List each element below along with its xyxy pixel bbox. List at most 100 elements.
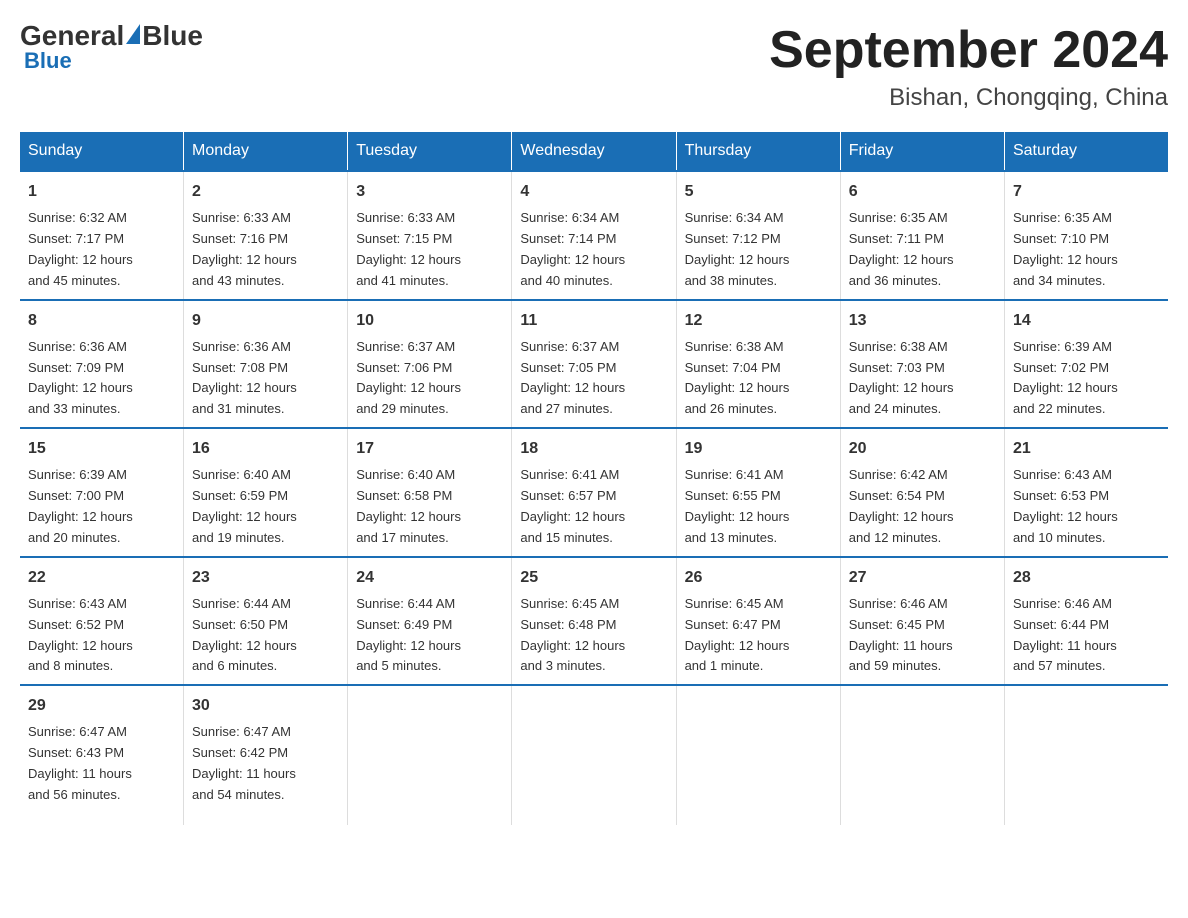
day-info: Sunrise: 6:39 AMSunset: 7:02 PMDaylight:… <box>1013 339 1118 417</box>
day-number: 9 <box>192 309 339 332</box>
calendar-cell <box>512 685 676 825</box>
calendar-cell: 17 Sunrise: 6:40 AMSunset: 6:58 PMDayligh… <box>348 428 512 557</box>
day-info: Sunrise: 6:46 AMSunset: 6:45 PMDaylight:… <box>849 596 953 674</box>
day-info: Sunrise: 6:40 AMSunset: 6:58 PMDaylight:… <box>356 467 461 545</box>
day-info: Sunrise: 6:45 AMSunset: 6:48 PMDaylight:… <box>520 596 625 674</box>
calendar-week-row: 8 Sunrise: 6:36 AMSunset: 7:09 PMDaylight… <box>20 300 1168 429</box>
calendar-cell: 8 Sunrise: 6:36 AMSunset: 7:09 PMDaylight… <box>20 300 184 429</box>
day-number: 21 <box>1013 437 1160 460</box>
calendar-week-row: 22Sunrise: 6:43 AMSunset: 6:52 PMDayligh… <box>20 557 1168 686</box>
calendar-cell: 14 Sunrise: 6:39 AMSunset: 7:02 PMDayligh… <box>1004 300 1168 429</box>
day-number: 23 <box>192 566 339 589</box>
calendar-cell: 4 Sunrise: 6:34 AMSunset: 7:14 PMDaylight… <box>512 171 676 300</box>
calendar-cell: 22Sunrise: 6:43 AMSunset: 6:52 PMDayligh… <box>20 557 184 686</box>
day-info: Sunrise: 6:46 AMSunset: 6:44 PMDaylight:… <box>1013 596 1117 674</box>
day-info: Sunrise: 6:41 AMSunset: 6:55 PMDaylight:… <box>685 467 790 545</box>
day-number: 8 <box>28 309 175 332</box>
calendar-cell: 13 Sunrise: 6:38 AMSunset: 7:03 PMDayligh… <box>840 300 1004 429</box>
day-number: 29 <box>28 694 175 717</box>
calendar-week-row: 1Sunrise: 6:32 AMSunset: 7:17 PMDaylight… <box>20 171 1168 300</box>
day-info: Sunrise: 6:47 AMSunset: 6:43 PMDaylight:… <box>28 724 132 802</box>
day-info: Sunrise: 6:36 AMSunset: 7:08 PMDaylight:… <box>192 339 297 417</box>
day-number: 11 <box>520 309 667 332</box>
day-info: Sunrise: 6:45 AMSunset: 6:47 PMDaylight:… <box>685 596 790 674</box>
page-subtitle: Bishan, Chongqing, China <box>769 84 1168 112</box>
title-block: September 2024 Bishan, Chongqing, China <box>769 20 1168 112</box>
weekday-header-saturday: Saturday <box>1004 132 1168 171</box>
day-info: Sunrise: 6:35 AMSunset: 7:10 PMDaylight:… <box>1013 210 1118 288</box>
calendar-cell: 5Sunrise: 6:34 AMSunset: 7:12 PMDaylight… <box>676 171 840 300</box>
day-info: Sunrise: 6:36 AMSunset: 7:09 PMDaylight:… <box>28 339 133 417</box>
day-number: 7 <box>1013 180 1160 203</box>
calendar-cell: 3Sunrise: 6:33 AMSunset: 7:15 PMDaylight… <box>348 171 512 300</box>
day-info: Sunrise: 6:43 AMSunset: 6:53 PMDaylight:… <box>1013 467 1118 545</box>
day-info: Sunrise: 6:34 AMSunset: 7:14 PMDaylight:… <box>520 210 625 288</box>
day-number: 27 <box>849 566 996 589</box>
calendar-cell: 27 Sunrise: 6:46 AMSunset: 6:45 PMDayligh… <box>840 557 1004 686</box>
day-number: 20 <box>849 437 996 460</box>
weekday-header-wednesday: Wednesday <box>512 132 676 171</box>
day-info: Sunrise: 6:38 AMSunset: 7:04 PMDaylight:… <box>685 339 790 417</box>
logo-triangle-icon <box>126 24 140 44</box>
calendar-cell: 26 Sunrise: 6:45 AMSunset: 6:47 PMDayligh… <box>676 557 840 686</box>
weekday-header-sunday: Sunday <box>20 132 184 171</box>
day-info: Sunrise: 6:39 AMSunset: 7:00 PMDaylight:… <box>28 467 133 545</box>
day-info: Sunrise: 6:38 AMSunset: 7:03 PMDaylight:… <box>849 339 954 417</box>
day-number: 17 <box>356 437 503 460</box>
day-number: 22 <box>28 566 175 589</box>
day-number: 16 <box>192 437 339 460</box>
day-number: 4 <box>520 180 667 203</box>
calendar-week-row: 15Sunrise: 6:39 AMSunset: 7:00 PMDayligh… <box>20 428 1168 557</box>
day-number: 10 <box>356 309 503 332</box>
weekday-header-thursday: Thursday <box>676 132 840 171</box>
day-number: 28 <box>1013 566 1160 589</box>
weekday-header-monday: Monday <box>184 132 348 171</box>
day-number: 6 <box>849 180 996 203</box>
weekday-header-row: SundayMondayTuesdayWednesdayThursdayFrid… <box>20 132 1168 171</box>
calendar-cell: 28 Sunrise: 6:46 AMSunset: 6:44 PMDayligh… <box>1004 557 1168 686</box>
calendar-cell: 29 Sunrise: 6:47 AMSunset: 6:43 PMDayligh… <box>20 685 184 825</box>
calendar-cell: 1Sunrise: 6:32 AMSunset: 7:17 PMDaylight… <box>20 171 184 300</box>
calendar-cell: 24 Sunrise: 6:44 AMSunset: 6:49 PMDayligh… <box>348 557 512 686</box>
calendar-cell: 15Sunrise: 6:39 AMSunset: 7:00 PMDayligh… <box>20 428 184 557</box>
calendar-cell: 7 Sunrise: 6:35 AMSunset: 7:10 PMDaylight… <box>1004 171 1168 300</box>
day-info: Sunrise: 6:44 AMSunset: 6:49 PMDaylight:… <box>356 596 461 674</box>
calendar-cell: 12 Sunrise: 6:38 AMSunset: 7:04 PMDayligh… <box>676 300 840 429</box>
calendar-cell: 20 Sunrise: 6:42 AMSunset: 6:54 PMDayligh… <box>840 428 1004 557</box>
day-number: 30 <box>192 694 339 717</box>
day-number: 2 <box>192 180 339 203</box>
calendar-cell: 25Sunrise: 6:45 AMSunset: 6:48 PMDayligh… <box>512 557 676 686</box>
calendar-cell: 30 Sunrise: 6:47 AMSunset: 6:42 PMDayligh… <box>184 685 348 825</box>
logo-subtitle: Blue <box>20 48 72 74</box>
calendar-cell: 11Sunrise: 6:37 AMSunset: 7:05 PMDayligh… <box>512 300 676 429</box>
day-info: Sunrise: 6:34 AMSunset: 7:12 PMDaylight:… <box>685 210 790 288</box>
day-number: 12 <box>685 309 832 332</box>
day-number: 1 <box>28 180 175 203</box>
day-info: Sunrise: 6:47 AMSunset: 6:42 PMDaylight:… <box>192 724 296 802</box>
day-info: Sunrise: 6:37 AMSunset: 7:06 PMDaylight:… <box>356 339 461 417</box>
calendar-cell <box>1004 685 1168 825</box>
day-number: 18 <box>520 437 667 460</box>
calendar-table: SundayMondayTuesdayWednesdayThursdayFrid… <box>20 132 1168 825</box>
calendar-cell <box>840 685 1004 825</box>
calendar-week-row: 29 Sunrise: 6:47 AMSunset: 6:43 PMDayligh… <box>20 685 1168 825</box>
day-number: 26 <box>685 566 832 589</box>
calendar-cell: 18 Sunrise: 6:41 AMSunset: 6:57 PMDayligh… <box>512 428 676 557</box>
day-info: Sunrise: 6:42 AMSunset: 6:54 PMDaylight:… <box>849 467 954 545</box>
calendar-cell <box>348 685 512 825</box>
page-title: September 2024 <box>769 20 1168 80</box>
calendar-cell: 16Sunrise: 6:40 AMSunset: 6:59 PMDayligh… <box>184 428 348 557</box>
day-number: 13 <box>849 309 996 332</box>
day-info: Sunrise: 6:41 AMSunset: 6:57 PMDaylight:… <box>520 467 625 545</box>
calendar-cell: 10 Sunrise: 6:37 AMSunset: 7:06 PMDayligh… <box>348 300 512 429</box>
weekday-header-friday: Friday <box>840 132 1004 171</box>
day-number: 19 <box>685 437 832 460</box>
calendar-cell: 9 Sunrise: 6:36 AMSunset: 7:08 PMDaylight… <box>184 300 348 429</box>
day-number: 24 <box>356 566 503 589</box>
day-info: Sunrise: 6:35 AMSunset: 7:11 PMDaylight:… <box>849 210 954 288</box>
day-info: Sunrise: 6:33 AMSunset: 7:16 PMDaylight:… <box>192 210 297 288</box>
day-number: 14 <box>1013 309 1160 332</box>
calendar-cell: 19 Sunrise: 6:41 AMSunset: 6:55 PMDayligh… <box>676 428 840 557</box>
day-number: 3 <box>356 180 503 203</box>
calendar-cell: 6 Sunrise: 6:35 AMSunset: 7:11 PMDaylight… <box>840 171 1004 300</box>
